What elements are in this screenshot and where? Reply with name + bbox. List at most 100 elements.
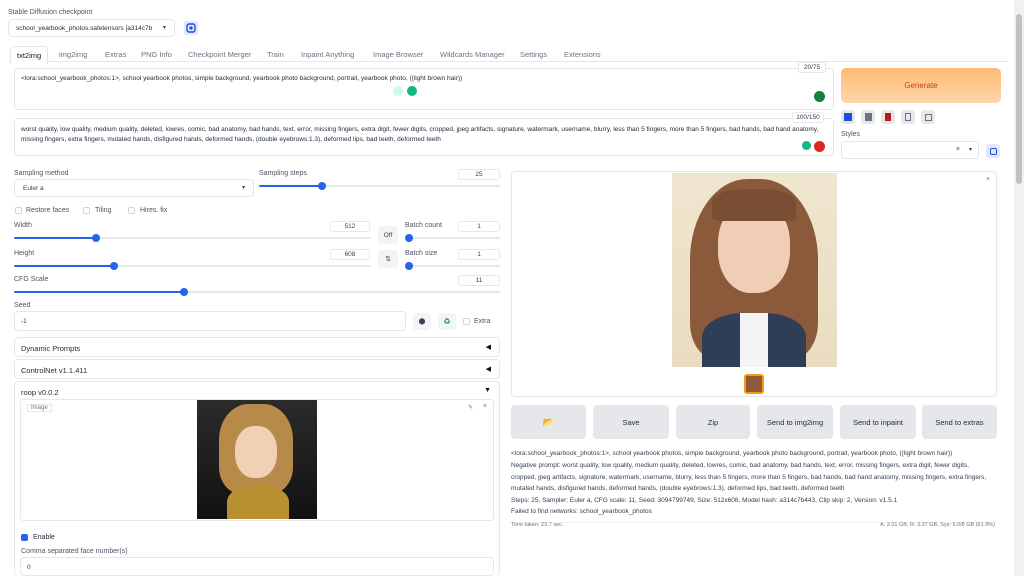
refresh-icon [186,23,196,33]
scrollbar-thumb[interactable] [1016,14,1022,184]
clear-icon[interactable]: × [956,146,960,153]
tab-wildcards-manager[interactable]: Wildcards Manager [440,50,505,59]
generation-info: <lora:school_yearbook_photos:1>, school … [511,448,995,507]
tab-extras[interactable]: Extras [105,50,126,59]
cfg-scale-input[interactable]: 11 [458,275,500,286]
height-slider[interactable] [14,262,371,270]
seed-value: -1 [21,318,27,325]
batch-count-slider[interactable] [405,234,500,242]
pin-icon[interactable] [802,141,811,150]
generate-button[interactable]: Generate [841,68,1001,103]
send-to-img2img-button[interactable]: Send to img2img [757,405,833,439]
card-icon[interactable] [881,110,895,124]
refresh-checkpoint-button[interactable] [184,21,198,35]
trash-icon[interactable] [861,110,875,124]
tab-img2img[interactable]: img2img [59,50,87,59]
controlnet-accordion[interactable]: ControlNet v1.1.411 ◀ [14,359,500,379]
off-button[interactable]: Off [378,226,398,244]
tab-png-info[interactable]: PNG Info [141,50,172,59]
triangle-left-icon: ◀ [485,366,491,373]
sampling-method-select[interactable]: Euler a ▾ [14,179,254,197]
failed-networks-text: Failed to find networks: school_yearbook… [511,508,652,515]
prompt-textarea[interactable]: <lora:school_yearbook_photos:1>, school … [14,68,834,110]
gallery-thumbnail[interactable] [744,374,764,394]
dynamic-prompts-title: Dynamic Prompts [21,344,81,353]
restore-faces-checkbox[interactable] [15,207,22,214]
clipboard-icon[interactable] [901,110,915,124]
restore-faces-label: Restore faces [26,207,70,214]
info-negative: Negative prompt: worst quality, low qual… [511,461,987,493]
tab-txt2img[interactable]: txt2img [10,46,49,65]
source-face-image [197,400,317,519]
info-params: Steps: 25, Sampler: Euler a, CFG scale: … [511,497,898,505]
memory-usage: A: 3.01 GB, R: 3.37 GB, Sys: 5.0/8 GB (6… [880,522,995,528]
magic-wand-icon[interactable] [393,86,403,96]
tab-train[interactable]: Train [267,50,284,59]
time-taken: Time taken: 23.7 sec. [511,522,564,528]
tab-settings[interactable]: Settings [520,50,547,59]
send-to-inpaint-button[interactable]: Send to inpaint [840,405,916,439]
width-input[interactable]: 512 [330,221,370,232]
batch-size-slider[interactable] [405,262,500,270]
tab-inpaint-anything[interactable]: Inpaint Anything [301,50,354,59]
checkpoint-select[interactable]: school_yearbook_photos.safetensors [a314… [8,19,175,37]
pin-icon[interactable] [407,86,417,96]
triangle-down-icon: ▼ [484,387,491,394]
close-icon[interactable]: × [483,403,487,410]
swap-dimensions-icon[interactable]: ⇅ [378,250,398,268]
page-scrollbar[interactable] [1014,0,1024,576]
styles-label: Styles [841,131,861,138]
chevron-down-icon: ▾ [162,25,166,31]
open-folder-button[interactable]: 📂 [511,405,586,439]
negative-prompt-text: worst quality, low quality, medium quali… [21,126,819,143]
seed-label: Seed [14,302,31,309]
send-to-extras-button[interactable]: Send to extras [922,405,997,439]
width-slider[interactable] [14,234,371,242]
prompt-token-counter: 20/75 [798,62,826,73]
batch-count-label: Batch count [405,222,442,229]
folder-icon: 📂 [542,416,555,427]
cfg-scale-label: CFG Scale [14,276,49,283]
save-style-icon[interactable] [921,110,935,124]
face-numbers-input[interactable]: 0 [20,557,494,576]
refresh-styles-button[interactable] [986,144,1000,158]
batch-count-input[interactable]: 1 [458,221,500,232]
height-input[interactable]: 608 [330,249,370,260]
sampling-steps-slider[interactable] [259,182,500,190]
close-icon[interactable]: × [986,176,990,183]
styles-select[interactable]: × ▾ [841,141,979,159]
refresh-icon [989,147,997,155]
grammar-icon [814,91,825,102]
image-label: Image [27,404,52,412]
seed-input[interactable]: -1 [14,311,406,331]
arrow-icon[interactable] [841,110,855,124]
extra-checkbox[interactable] [463,318,470,325]
tab-checkpoint-merger[interactable]: Checkpoint Merger [188,50,251,59]
negative-prompt-textarea[interactable]: worst quality, low quality, medium quali… [14,118,834,156]
triangle-left-icon: ◀ [485,344,491,351]
enable-checkbox[interactable] [21,534,28,541]
tab-extensions[interactable]: Extensions [564,50,601,59]
checkpoint-label: Stable Diffusion checkpoint [8,9,93,16]
batch-size-input[interactable]: 1 [458,249,500,260]
hires-fix-label: Hires. fix [140,207,168,214]
zip-button[interactable]: Zip [676,405,750,439]
roop-title: roop v0.0.2 [21,388,59,397]
negative-token-counter: 100/150 [792,112,824,123]
cfg-scale-slider[interactable] [14,288,500,296]
tiling-checkbox[interactable] [83,207,90,214]
edit-icon[interactable]: ✎ [468,404,473,411]
sampling-method-label: Sampling method [14,170,69,177]
hires-fix-checkbox[interactable] [128,207,135,214]
sampling-steps-label: Sampling steps [259,170,307,177]
extra-label: Extra [474,318,491,325]
recycle-icon[interactable]: ♻ [438,313,456,330]
generated-image[interactable] [672,173,837,367]
save-button[interactable]: Save [593,405,669,439]
batch-size-label: Batch size [405,250,438,257]
width-label: Width [14,222,32,229]
tab-image-browser[interactable]: Image Browser [373,50,423,59]
dice-icon[interactable]: ⬢ [413,313,431,330]
dynamic-prompts-accordion[interactable]: Dynamic Prompts ◀ [14,337,500,357]
sampling-steps-input[interactable]: 25 [458,169,500,180]
